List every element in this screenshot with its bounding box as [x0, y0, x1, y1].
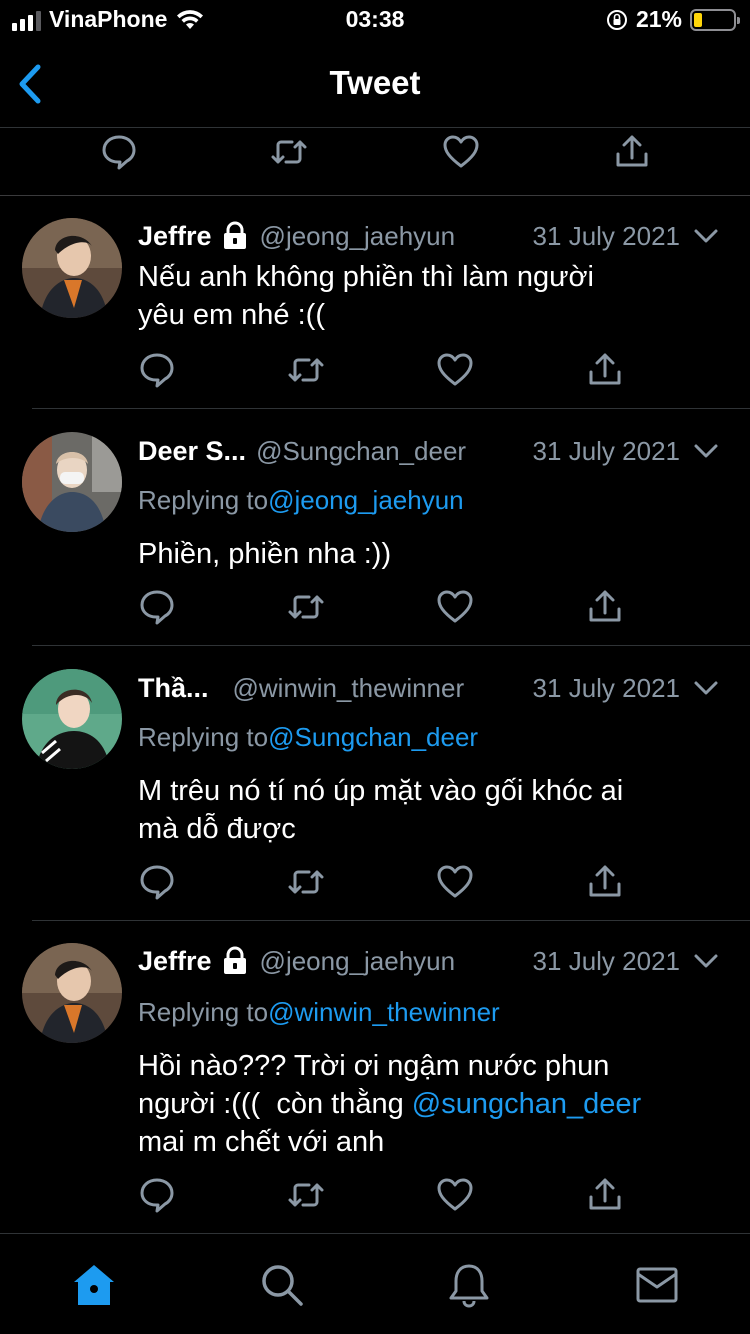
main-tweet-actions [0, 128, 750, 196]
share-icon[interactable] [585, 862, 625, 902]
display-name[interactable]: Deer S... [138, 436, 246, 467]
tweet-text-line: mà dỗ được [138, 813, 296, 845]
tweet-text: Phiền, phiền nha :)) [138, 535, 730, 573]
display-name[interactable]: Jeffre [138, 221, 212, 252]
tweet-mention-link[interactable]: @sungchan_deer [412, 1088, 641, 1120]
retweet-icon[interactable] [286, 350, 326, 390]
reply-tweet[interactable]: Deer S... @Sungchan_deer 31 July 2021 Re… [0, 409, 750, 646]
share-icon[interactable] [585, 350, 625, 390]
battery-percent: 21% [635, 6, 682, 32]
avatar[interactable] [22, 669, 122, 769]
tweet-date: 31 July 2021 [532, 435, 680, 466]
reply-tweet[interactable]: Thầ... @winwin_thewinner 31 July 2021 Re… [0, 646, 750, 921]
user-handle[interactable]: @jeong_jaehyun [260, 221, 456, 252]
tweet-date: 31 July 2021 [532, 945, 680, 976]
page-title: Tweet [329, 64, 421, 101]
tweet-text-line: Nếu anh không phiền thì làm người [138, 261, 594, 293]
share-icon[interactable] [585, 1175, 625, 1215]
tweet-text-line: M trêu nó tí nó úp mặt vào gối khóc ai [138, 775, 624, 807]
tweet-text-line: mai m chết với anh [138, 1126, 385, 1158]
replying-to: Replying to@jeong_jaehyun [138, 485, 464, 516]
battery-icon [690, 8, 740, 31]
reply-tweet[interactable]: Jeffre @jeong_jaehyun 31 July 2021 Reply… [0, 921, 750, 1233]
user-handle[interactable]: @Sungchan_deer [256, 436, 466, 467]
like-heart-icon[interactable] [435, 862, 475, 902]
tweet-text: M trêu nó tí nó úp mặt vào gối khóc ai m… [138, 772, 730, 848]
reply-tweet[interactable]: Jeffre @jeong_jaehyun 31 July 2021 Nếu a… [0, 196, 750, 409]
orientation-lock-icon [606, 9, 627, 30]
replying-to-mention[interactable]: @Sungchan_deer [268, 722, 478, 752]
battery-level [694, 12, 702, 27]
top-navigation-bar: Tweet [0, 42, 750, 128]
replying-to-label: Replying to [138, 485, 269, 515]
avatar[interactable] [22, 432, 122, 532]
reply-icon[interactable] [137, 862, 177, 902]
status-bar: VinaPhone 03:38 21% [0, 0, 750, 42]
share-icon[interactable] [585, 587, 625, 627]
retweet-icon[interactable] [269, 132, 309, 172]
chevron-down-icon[interactable] [692, 674, 720, 702]
avatar[interactable] [22, 218, 122, 318]
retweet-icon[interactable] [286, 587, 326, 627]
replying-to-label: Replying to [138, 722, 269, 752]
user-handle[interactable]: @jeong_jaehyun [260, 946, 456, 977]
replying-to: Replying to@Sungchan_deer [138, 722, 478, 753]
replying-to-label: Replying to [138, 997, 269, 1027]
replying-to-mention[interactable]: @winwin_thewinner [268, 997, 500, 1027]
chevron-down-icon[interactable] [692, 947, 720, 975]
tweet-text: Hồi nào??? Trời ơi ngậm nước phun người … [138, 1047, 730, 1161]
display-name[interactable]: Jeffre [138, 946, 212, 977]
tweet-text-line: yêu em nhé :(( [138, 299, 325, 331]
retweet-icon[interactable] [286, 1175, 326, 1215]
home-icon[interactable] [71, 1262, 117, 1308]
tweet-text: Nếu anh không phiền thì làm người yêu em… [138, 258, 730, 334]
replying-to-mention[interactable]: @jeong_jaehyun [268, 485, 464, 515]
user-handle[interactable]: @winwin_thewinner [233, 673, 465, 704]
search-icon[interactable] [259, 1262, 305, 1308]
messages-envelope-icon[interactable] [634, 1262, 680, 1308]
tweet-date: 31 July 2021 [532, 220, 680, 251]
reply-icon[interactable] [99, 132, 139, 172]
tweet-text-line: người :((( còn thằng @sungchan_deer [138, 1085, 730, 1123]
protected-lock-icon [223, 221, 246, 249]
tweet-text-line: Phiền, phiền nha :)) [138, 538, 392, 570]
protected-lock-icon [223, 946, 246, 974]
like-heart-icon[interactable] [435, 1175, 475, 1215]
tweet-text-fragment: người :((( còn thằng [138, 1088, 412, 1120]
notifications-bell-icon[interactable] [446, 1262, 492, 1308]
chevron-down-icon[interactable] [692, 222, 720, 250]
replying-to: Replying to@winwin_thewinner [138, 997, 500, 1028]
reply-icon[interactable] [137, 350, 177, 390]
display-name[interactable]: Thầ... [138, 673, 209, 704]
bottom-tab-bar [0, 1233, 750, 1334]
retweet-icon[interactable] [286, 862, 326, 902]
tweet-text-line: Hồi nào??? Trời ơi ngậm nước phun [138, 1050, 610, 1082]
like-heart-icon[interactable] [435, 587, 475, 627]
share-icon[interactable] [612, 132, 652, 172]
avatar[interactable] [22, 943, 122, 1043]
reply-icon[interactable] [137, 1175, 177, 1215]
reply-icon[interactable] [137, 587, 177, 627]
like-heart-icon[interactable] [441, 132, 481, 172]
chevron-down-icon[interactable] [692, 437, 720, 465]
like-heart-icon[interactable] [435, 350, 475, 390]
tweet-date: 31 July 2021 [532, 672, 680, 703]
